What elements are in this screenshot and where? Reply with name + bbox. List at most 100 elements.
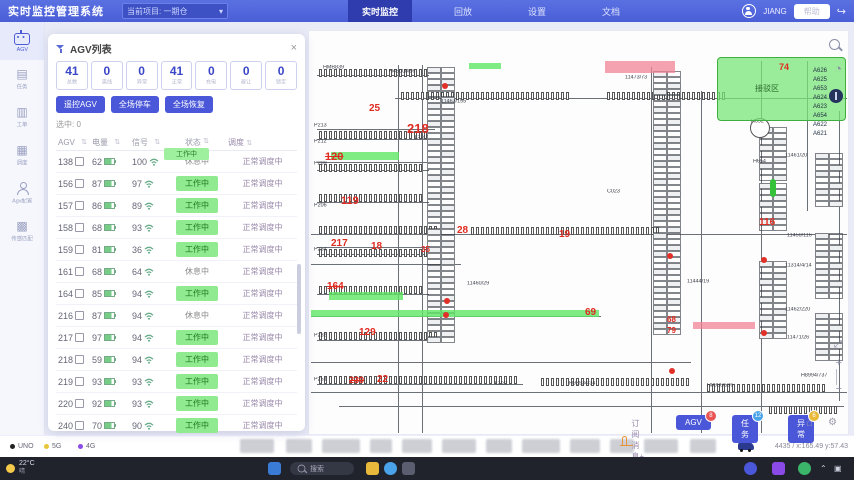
map-search-icon[interactable] [829, 37, 840, 55]
map-count-red: 164 [327, 281, 344, 292]
battery-cell: 87 [92, 179, 132, 189]
table-row[interactable]: 1586893工作中正常调度中 [56, 217, 297, 239]
taskbar-weather[interactable]: 22°C 晴 [6, 460, 35, 476]
map-canvas[interactable]: ◔ ⤢ + − 接驳区A626A625A653A624A623A654A622A… [308, 30, 849, 435]
stat-value: 41 [170, 65, 183, 77]
table-row[interactable]: 2179794工作中正常调度中 [56, 327, 297, 349]
map-zoom-in-button[interactable]: + [836, 357, 842, 369]
highlight-green-path [469, 63, 501, 69]
sidebar-item-传感匹配[interactable]: ▩传感匹配 [0, 212, 44, 250]
table-row[interactable]: 1598136工作中正常调度中 [56, 239, 297, 261]
status-cell: 工作中 [166, 242, 228, 257]
tab-回放[interactable]: 回放 [440, 0, 486, 22]
wifi-icon [144, 400, 154, 408]
agv-alert-dot [444, 298, 450, 304]
agv-type-icon [75, 157, 84, 166]
map-label: P212 [314, 139, 327, 144]
status-filter-chip[interactable]: 工作中 [164, 148, 209, 160]
map-history-icon[interactable]: ◔ [834, 63, 842, 75]
table-row[interactable]: 1616864休息中正常调度中 [56, 261, 297, 283]
table-row[interactable]: 1648594工作中正常调度中 [56, 283, 297, 305]
map-count-red: 69 [585, 307, 596, 318]
status-cell: 工作中 [166, 220, 228, 235]
sidebar-item-工单[interactable]: ▥工单 [0, 98, 44, 136]
dispatch-cell: 正常调度中 [228, 398, 297, 409]
tab-设置[interactable]: 设置 [514, 0, 560, 22]
left-sidebar: AGV▤任务▥工单▦调度 Agv配置 ▩传感匹配 [0, 22, 45, 435]
table-row[interactable]: 2209293工作中正常调度中 [56, 393, 297, 415]
subscribe-item[interactable]: 订阅消息+ [622, 418, 645, 462]
close-icon[interactable]: × [291, 43, 297, 53]
gear-icon[interactable]: ⚙ [828, 417, 837, 428]
map-rail-h [317, 202, 429, 203]
watermark-block [370, 439, 392, 453]
battery-icon [104, 422, 115, 429]
map-zoom-out-button[interactable]: − [836, 383, 842, 395]
overlay-button-任务[interactable]: 任务12 [732, 415, 758, 443]
dispatch-cell: 正常调度中 [228, 156, 297, 167]
col-header-调度[interactable]: 调度 ⇅ [228, 137, 297, 148]
taskbar-browser-icon[interactable] [384, 462, 397, 475]
sort-icon[interactable]: ⇅ [203, 137, 209, 148]
battery-cell: 93 [92, 377, 132, 387]
map-count-red: 35 [421, 245, 430, 254]
table-row[interactable]: 1568797工作中正常调度中 [56, 173, 297, 195]
notification-badge: 12 [752, 410, 764, 422]
sidebar-item-调度[interactable]: ▦调度 [0, 136, 44, 174]
tray-notification-icon[interactable]: ▣ [834, 464, 842, 473]
col-header-AGV[interactable]: AGV ⇅ [56, 138, 92, 147]
signal-cell: 89 [132, 201, 166, 211]
全场恢复-button[interactable]: 全场恢复 [165, 96, 213, 113]
sidebar-item-Agv配置[interactable]: Agv配置 [0, 174, 44, 212]
taskbar-teams-icon[interactable] [744, 462, 757, 475]
table-row[interactable]: 2185994工作中正常调度中 [56, 349, 297, 371]
agv-alert-dot [442, 83, 448, 89]
map-label: P251 [314, 377, 327, 382]
table-row[interactable]: 2168794休息中正常调度中 [56, 305, 297, 327]
order-icon: ▥ [16, 106, 27, 118]
tab-文档[interactable]: 文档 [588, 0, 634, 22]
table-row[interactable]: 1578689工作中正常调度中 [56, 195, 297, 217]
sort-icon[interactable]: ⇅ [114, 138, 120, 146]
help-button[interactable]: 帮助 [794, 4, 830, 19]
taskbar-app3-icon[interactable] [798, 462, 811, 475]
sort-icon[interactable]: ⇅ [154, 138, 160, 146]
sort-icon[interactable]: ⇅ [81, 138, 87, 146]
col-header-信号[interactable]: 信号 ⇅ [132, 137, 166, 148]
遥控AGV-button[interactable]: 遥控AGV [56, 96, 105, 113]
tray-chevron-icon[interactable]: ⌃ [820, 464, 827, 473]
table-scrollbar[interactable] [297, 264, 301, 334]
home-icon[interactable]: ⌂ [806, 417, 813, 429]
sort-icon[interactable]: ⇅ [246, 140, 252, 147]
agv-id-cell: 157 [56, 201, 92, 211]
wifi-icon [144, 356, 154, 364]
map-label: 11450/116 [787, 233, 812, 238]
col-header-状态[interactable]: 状态 ⇅ [166, 137, 228, 148]
sidebar-item-label: Agv配置 [12, 196, 32, 204]
taskbar-app-icon[interactable] [402, 462, 415, 475]
status-strip: UNO5G4G 4435 / x:165.49 y:57.43 [0, 435, 854, 458]
tab-实时监控[interactable]: 实时监控 [348, 0, 412, 22]
全场停车-button[interactable]: 全场停车 [111, 96, 159, 113]
logout-icon[interactable]: ↪ [837, 5, 846, 18]
status-badge: 工作中 [176, 352, 218, 367]
map-expand-icon[interactable]: ⤢ [834, 339, 842, 350]
col-header-电量[interactable]: 电量 ⇅ [92, 137, 132, 148]
taskbar-folder-icon[interactable] [366, 462, 379, 475]
overlay-button-AGV[interactable]: AGV8 [676, 415, 711, 430]
taskbar-search[interactable]: 搜索 [290, 462, 354, 475]
map-compass-icon[interactable] [829, 89, 843, 108]
battery-cell: 62 [92, 157, 132, 167]
battery-cell: 92 [92, 399, 132, 409]
table-row[interactable]: 2407090工作中正常调度中 [56, 415, 297, 437]
table-row[interactable]: 2199393工作中正常调度中 [56, 371, 297, 393]
rack-strip [541, 378, 689, 386]
stat-label: 总数 [67, 78, 77, 86]
sidebar-item-任务[interactable]: ▤任务 [0, 60, 44, 98]
project-select[interactable]: 当前项目: 一期仓 ▾ [122, 3, 228, 19]
taskbar-start-icon[interactable] [268, 462, 281, 475]
signal-cell: 94 [132, 289, 166, 299]
sidebar-item-AGV[interactable]: AGV [0, 22, 44, 60]
map-rail-v [701, 91, 702, 433]
taskbar-app2-icon[interactable] [772, 462, 785, 475]
